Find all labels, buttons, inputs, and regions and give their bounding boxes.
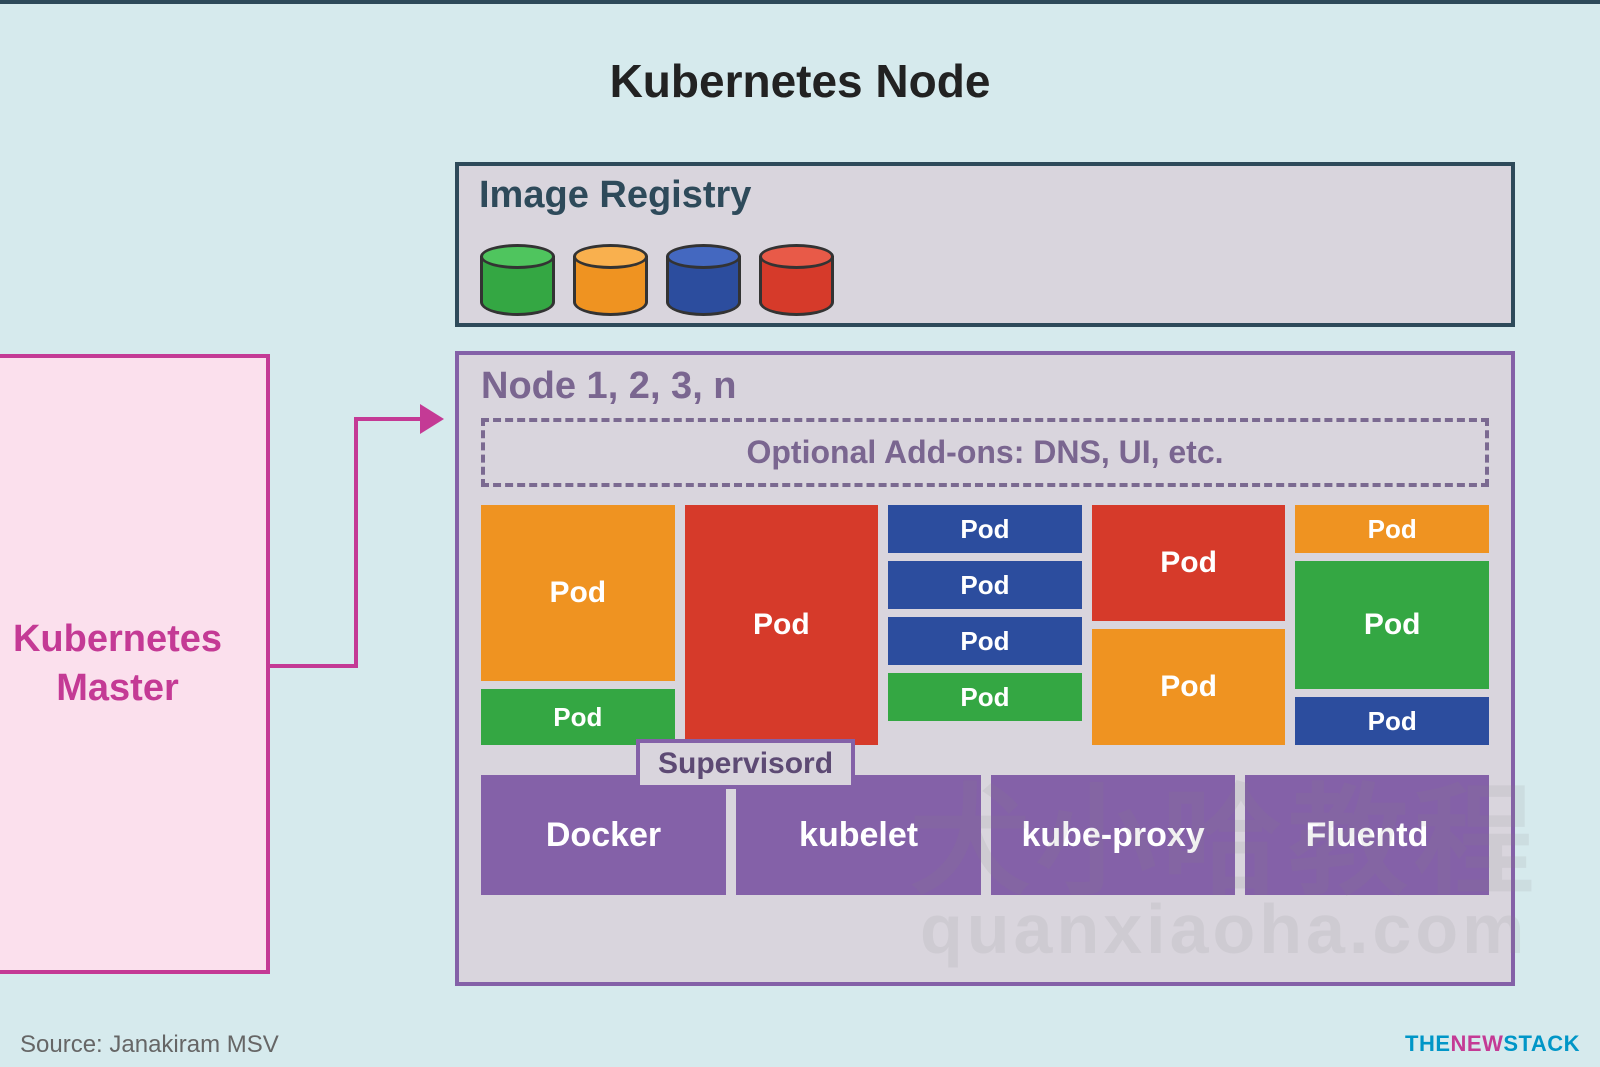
pod-box: Pod (888, 673, 1082, 721)
pod-box: Pod (888, 561, 1082, 609)
pod-box: Pod (481, 689, 675, 745)
service-kubelet: kubelet (736, 816, 981, 855)
node-box: Node 1, 2, 3, n Optional Add-ons: DNS, U… (455, 351, 1515, 986)
brand-logo: THENEWSTACK (1405, 1031, 1580, 1057)
arrow-segment (268, 664, 358, 668)
pod-column: Pod Pod Pod Pod (888, 505, 1082, 745)
arrow-head-icon (420, 404, 444, 434)
image-cylinder-icon (573, 244, 648, 324)
service-kube-proxy: kube-proxy (991, 775, 1235, 895)
pod-column: Pod Pod Pod (1295, 505, 1489, 745)
kubernetes-master-box: Kubernetes Master (0, 354, 270, 974)
brand-the: THE (1405, 1031, 1451, 1056)
registry-images-row (480, 244, 834, 324)
pod-box: Pod (1092, 629, 1286, 745)
service-docker: Docker (481, 816, 726, 855)
supervisord-row: Supervisord Docker kubelet kube-proxy Fl… (481, 761, 1489, 921)
optional-addons-box: Optional Add-ons: DNS, UI, etc. (481, 418, 1489, 487)
kubernetes-master-label: Kubernetes Master (13, 615, 222, 714)
pod-column: Pod (685, 505, 879, 745)
brand-new: NEW (1451, 1031, 1504, 1056)
image-cylinder-icon (480, 244, 555, 324)
image-cylinder-icon (759, 244, 834, 324)
pod-box: Pod (1295, 697, 1489, 745)
arrow-segment (354, 417, 358, 668)
pod-box: Pod (888, 505, 1082, 553)
image-cylinder-icon (666, 244, 741, 324)
pod-box: Pod (481, 505, 675, 681)
service-fluentd: Fluentd (1245, 775, 1489, 895)
pod-box: Pod (1295, 561, 1489, 689)
node-title: Node 1, 2, 3, n (481, 365, 1489, 408)
pod-box: Pod (888, 617, 1082, 665)
pod-column: Pod Pod (1092, 505, 1286, 745)
source-credit: Source: Janakiram MSV (20, 1031, 279, 1059)
pod-grid: Pod Pod Pod Pod Pod Pod Pod Pod Pod Pod … (481, 505, 1489, 745)
supervisord-label: Supervisord (636, 739, 855, 789)
pod-box: Pod (685, 505, 879, 745)
image-registry-title: Image Registry (479, 174, 1491, 217)
brand-stack: STACK (1503, 1031, 1580, 1056)
pod-box: Pod (1295, 505, 1489, 553)
service-group-supervisord: Docker kubelet (481, 775, 981, 895)
arrow-segment (354, 417, 424, 421)
diagram-title: Kubernetes Node (0, 54, 1600, 108)
pod-column: Pod Pod (481, 505, 675, 745)
pod-box: Pod (1092, 505, 1286, 621)
